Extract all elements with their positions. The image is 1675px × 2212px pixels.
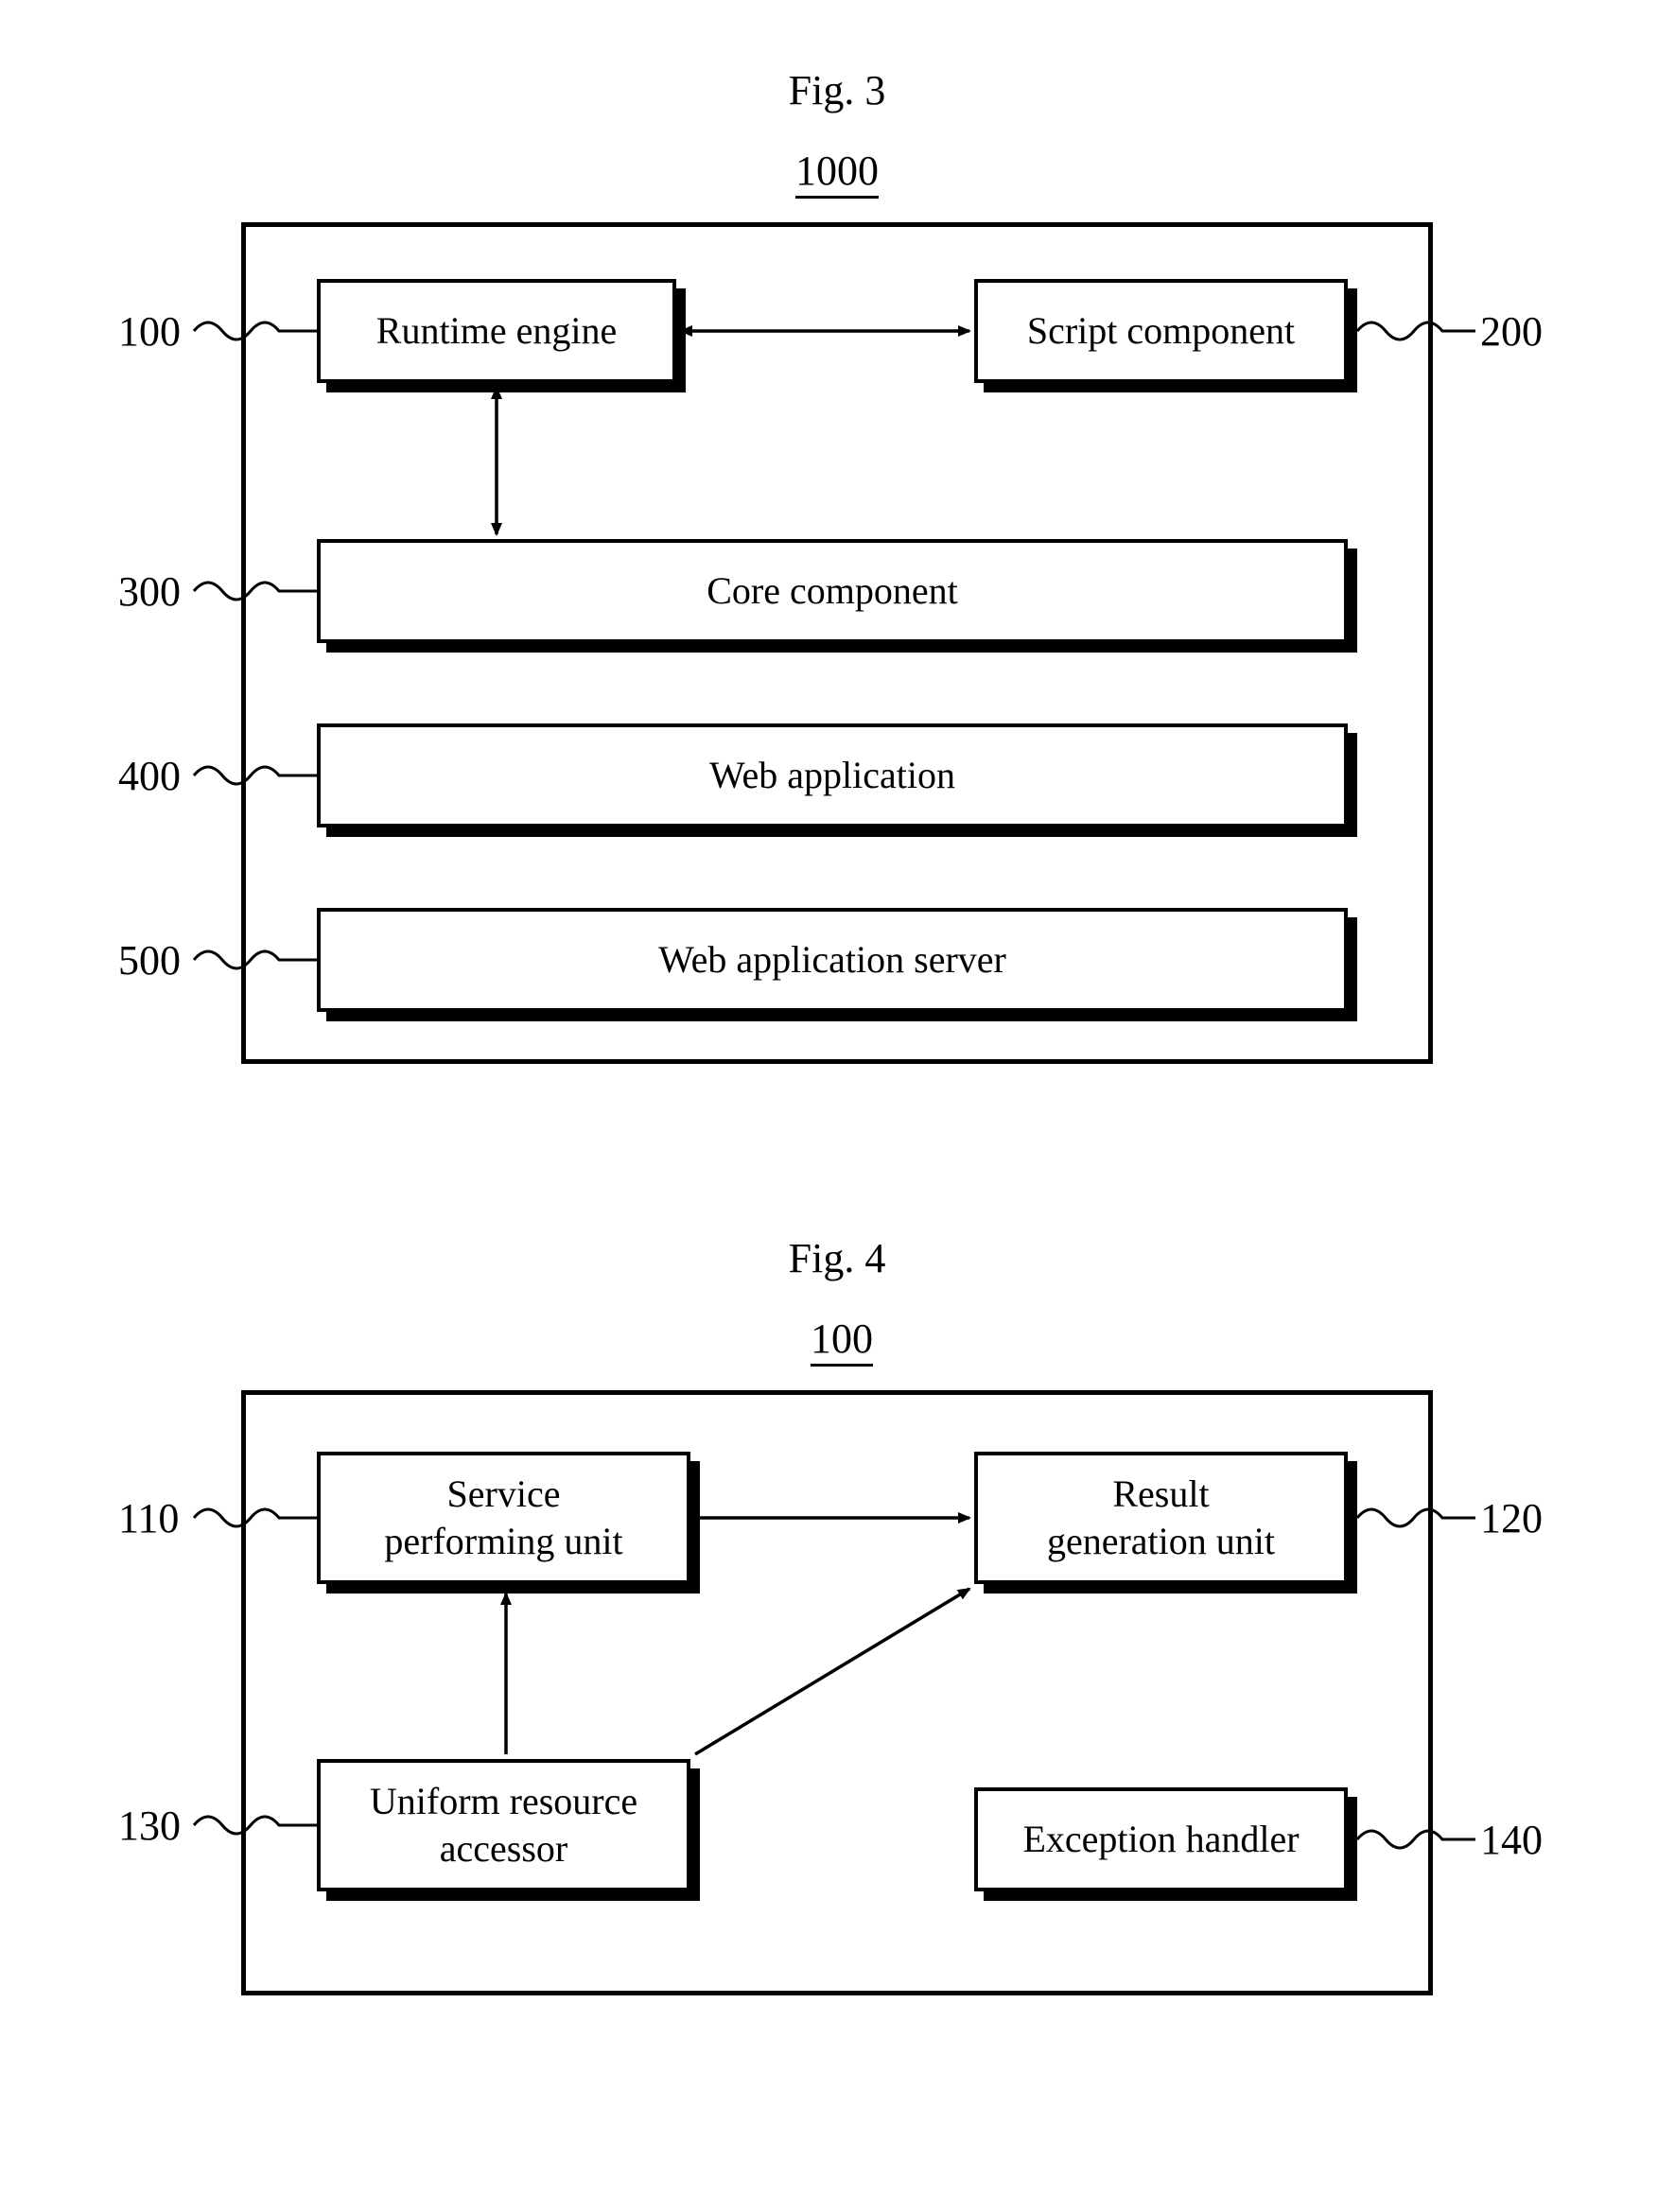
runtime-engine-box: Runtime engine [317,279,676,383]
exception-handler-box: Exception handler [974,1787,1348,1891]
ref-140: 140 [1480,1816,1543,1864]
uniform-resource-accessor-label: Uniform resource accessor [370,1778,637,1872]
fig4-number: 100 [794,1315,889,1363]
ref-110: 110 [118,1494,179,1542]
web-application-server-label: Web application server [658,936,1006,984]
runtime-engine-label: Runtime engine [376,307,617,355]
uniform-resource-accessor-box: Uniform resource accessor [317,1759,690,1891]
fig4-number-text: 100 [811,1315,873,1367]
service-performing-unit-label: Service performing unit [384,1471,622,1565]
script-component-box: Script component [974,279,1348,383]
fig3-caption: Fig. 3 [771,66,903,114]
service-performing-unit-box: Service performing unit [317,1452,690,1584]
fig3-number: 1000 [776,147,899,195]
result-generation-unit-box: Result generation unit [974,1452,1348,1584]
web-application-server-box: Web application server [317,908,1348,1012]
web-application-label: Web application [709,752,955,799]
ref-200: 200 [1480,307,1543,356]
ref-130: 130 [118,1802,181,1850]
ref-300: 300 [118,567,181,616]
ref-120: 120 [1480,1494,1543,1542]
ref-100: 100 [118,307,181,356]
fig3-number-text: 1000 [795,148,879,199]
result-generation-unit-label: Result generation unit [1047,1471,1275,1565]
web-application-box: Web application [317,723,1348,827]
ref-500: 500 [118,936,181,984]
script-component-label: Script component [1027,307,1295,355]
fig4-caption: Fig. 4 [771,1234,903,1282]
exception-handler-label: Exception handler [1022,1816,1299,1863]
core-component-label: Core component [707,567,958,615]
ref-400: 400 [118,752,181,800]
core-component-box: Core component [317,539,1348,643]
page: Fig. 3 1000 Runtime engine Script compon… [0,0,1675,2212]
